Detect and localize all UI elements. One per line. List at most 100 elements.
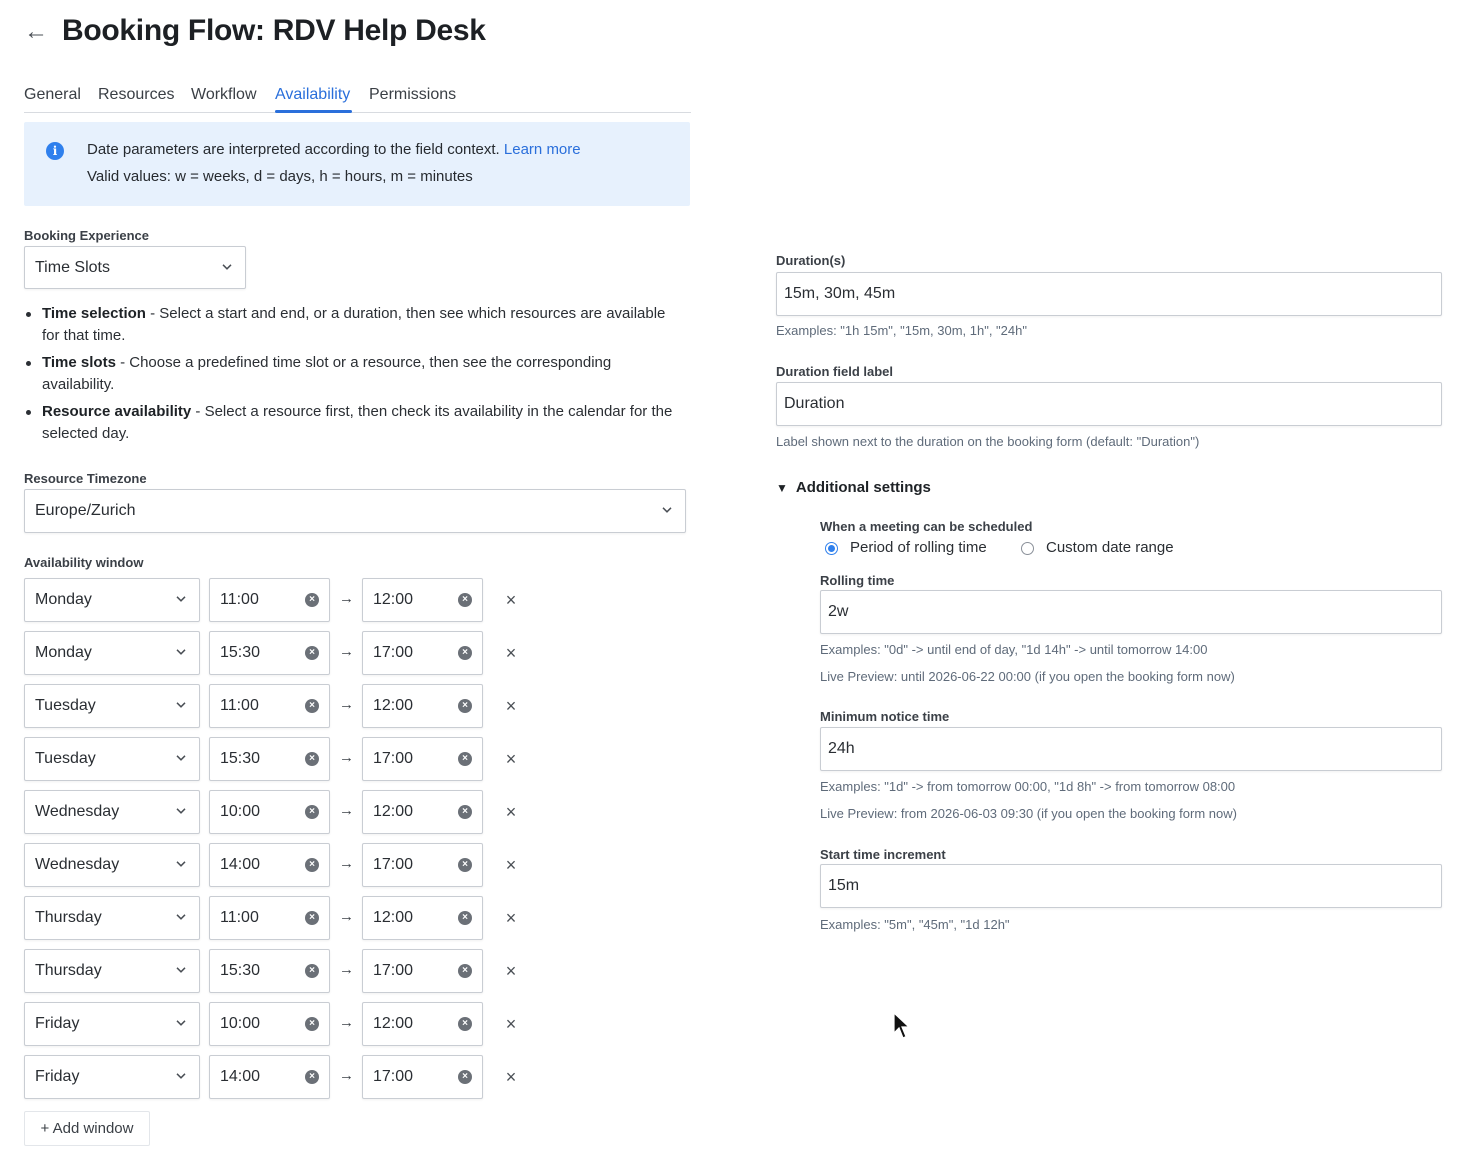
- clear-icon[interactable]: ×: [305, 805, 319, 819]
- triangle-down-icon: ▼: [776, 481, 788, 495]
- day-select[interactable]: Thursday: [24, 949, 200, 993]
- start-time-value: 11:00: [220, 591, 259, 608]
- add-window-button[interactable]: + Add window: [24, 1111, 150, 1146]
- day-value: Wednesday: [35, 803, 120, 820]
- remove-window-icon[interactable]: ×: [503, 962, 519, 980]
- clear-icon[interactable]: ×: [305, 752, 319, 766]
- info-message: Date parameters are interpreted accordin…: [87, 141, 500, 158]
- clear-icon[interactable]: ×: [305, 1070, 319, 1084]
- duration-field-label-value: Duration: [784, 395, 845, 412]
- clear-icon[interactable]: ×: [458, 964, 472, 978]
- clear-icon[interactable]: ×: [458, 805, 472, 819]
- remove-window-icon[interactable]: ×: [503, 803, 519, 821]
- day-select[interactable]: Tuesday: [24, 684, 200, 728]
- start-time-input[interactable]: 11:00 ×: [209, 896, 330, 940]
- clear-icon[interactable]: ×: [305, 699, 319, 713]
- clear-icon[interactable]: ×: [458, 1070, 472, 1084]
- rolling-time-input[interactable]: 2w: [820, 590, 1442, 634]
- day-select[interactable]: Tuesday: [24, 737, 200, 781]
- bullet-term: Time selection: [42, 305, 146, 322]
- booking-experience-descriptions: Time selection - Select a start and end,…: [24, 303, 684, 450]
- start-time-input[interactable]: 10:00 ×: [209, 1002, 330, 1046]
- custom-date-range-radio[interactable]: [1021, 542, 1034, 555]
- arrow-right-icon: →: [339, 1067, 354, 1084]
- start-increment-input[interactable]: 15m: [820, 864, 1442, 908]
- rolling-time-preview: Live Preview: until 2026-06-22 00:00 (if…: [820, 669, 1235, 684]
- remove-window-icon[interactable]: ×: [503, 856, 519, 874]
- chevron-down-icon: [175, 911, 187, 923]
- end-time-input[interactable]: 17:00 ×: [362, 1055, 483, 1099]
- rolling-time-radio-label[interactable]: Period of rolling time: [850, 539, 987, 556]
- page-title: Booking Flow: RDV Help Desk: [62, 14, 486, 47]
- booking-experience-label: Booking Experience: [24, 228, 149, 243]
- start-time-input[interactable]: 14:00 ×: [209, 843, 330, 887]
- clear-icon[interactable]: ×: [305, 964, 319, 978]
- start-time-input[interactable]: 10:00 ×: [209, 790, 330, 834]
- clear-icon[interactable]: ×: [458, 1017, 472, 1031]
- end-time-input[interactable]: 12:00 ×: [362, 896, 483, 940]
- back-arrow-icon[interactable]: ←: [24, 20, 48, 44]
- learn-more-link[interactable]: Learn more: [504, 141, 581, 158]
- start-time-input[interactable]: 15:30 ×: [209, 949, 330, 993]
- clear-icon[interactable]: ×: [305, 593, 319, 607]
- remove-window-icon[interactable]: ×: [503, 1015, 519, 1033]
- clear-icon[interactable]: ×: [458, 593, 472, 607]
- day-select[interactable]: Monday: [24, 631, 200, 675]
- remove-window-icon[interactable]: ×: [503, 644, 519, 662]
- clear-icon[interactable]: ×: [305, 911, 319, 925]
- tab-availability[interactable]: Availability: [275, 86, 350, 104]
- timezone-select[interactable]: Europe/Zurich: [24, 489, 686, 533]
- remove-window-icon[interactable]: ×: [503, 909, 519, 927]
- tab-resources[interactable]: Resources: [98, 86, 174, 104]
- end-time-value: 12:00: [373, 803, 414, 820]
- custom-date-range-radio-label[interactable]: Custom date range: [1046, 539, 1174, 556]
- rolling-time-radio[interactable]: [825, 542, 838, 555]
- day-select[interactable]: Monday: [24, 578, 200, 622]
- start-time-input[interactable]: 14:00 ×: [209, 1055, 330, 1099]
- clear-icon[interactable]: ×: [458, 911, 472, 925]
- clear-icon[interactable]: ×: [458, 646, 472, 660]
- day-select[interactable]: Wednesday: [24, 843, 200, 887]
- list-item: Resource availability - Select a resourc…: [24, 401, 684, 445]
- clear-icon[interactable]: ×: [458, 752, 472, 766]
- clear-icon[interactable]: ×: [458, 858, 472, 872]
- additional-settings-title: Additional settings: [795, 479, 931, 496]
- remove-window-icon[interactable]: ×: [503, 1068, 519, 1086]
- clear-icon[interactable]: ×: [305, 646, 319, 660]
- list-item: Time slots - Choose a predefined time sl…: [24, 352, 664, 396]
- remove-window-icon[interactable]: ×: [503, 591, 519, 609]
- day-select[interactable]: Wednesday: [24, 790, 200, 834]
- start-time-input[interactable]: 15:30 ×: [209, 631, 330, 675]
- remove-window-icon[interactable]: ×: [503, 697, 519, 715]
- day-select[interactable]: Friday: [24, 1002, 200, 1046]
- clear-icon[interactable]: ×: [458, 699, 472, 713]
- end-time-input[interactable]: 12:00 ×: [362, 578, 483, 622]
- end-time-input[interactable]: 17:00 ×: [362, 949, 483, 993]
- end-time-input[interactable]: 12:00 ×: [362, 1002, 483, 1046]
- end-time-value: 17:00: [373, 750, 414, 767]
- clear-icon[interactable]: ×: [305, 1017, 319, 1031]
- day-value: Thursday: [35, 962, 102, 979]
- end-time-input[interactable]: 17:00 ×: [362, 737, 483, 781]
- tab-general[interactable]: General: [24, 86, 81, 104]
- end-time-input[interactable]: 12:00 ×: [362, 684, 483, 728]
- start-time-input[interactable]: 11:00 ×: [209, 684, 330, 728]
- start-time-input[interactable]: 11:00 ×: [209, 578, 330, 622]
- minimum-notice-input[interactable]: 24h: [820, 727, 1442, 771]
- tab-workflow[interactable]: Workflow: [191, 86, 257, 104]
- booking-experience-select[interactable]: Time Slots: [24, 246, 246, 289]
- day-select[interactable]: Friday: [24, 1055, 200, 1099]
- mouse-cursor-icon: [893, 1011, 911, 1040]
- start-time-input[interactable]: 15:30 ×: [209, 737, 330, 781]
- tab-permissions[interactable]: Permissions: [369, 86, 456, 104]
- end-time-input[interactable]: 12:00 ×: [362, 790, 483, 834]
- end-time-input[interactable]: 17:00 ×: [362, 843, 483, 887]
- start-time-value: 15:30: [220, 750, 261, 767]
- end-time-input[interactable]: 17:00 ×: [362, 631, 483, 675]
- durations-input[interactable]: 15m, 30m, 45m: [776, 272, 1442, 316]
- day-select[interactable]: Thursday: [24, 896, 200, 940]
- clear-icon[interactable]: ×: [305, 858, 319, 872]
- duration-field-label-input[interactable]: Duration: [776, 382, 1442, 426]
- remove-window-icon[interactable]: ×: [503, 750, 519, 768]
- additional-settings-toggle[interactable]: ▼ Additional settings: [776, 479, 931, 496]
